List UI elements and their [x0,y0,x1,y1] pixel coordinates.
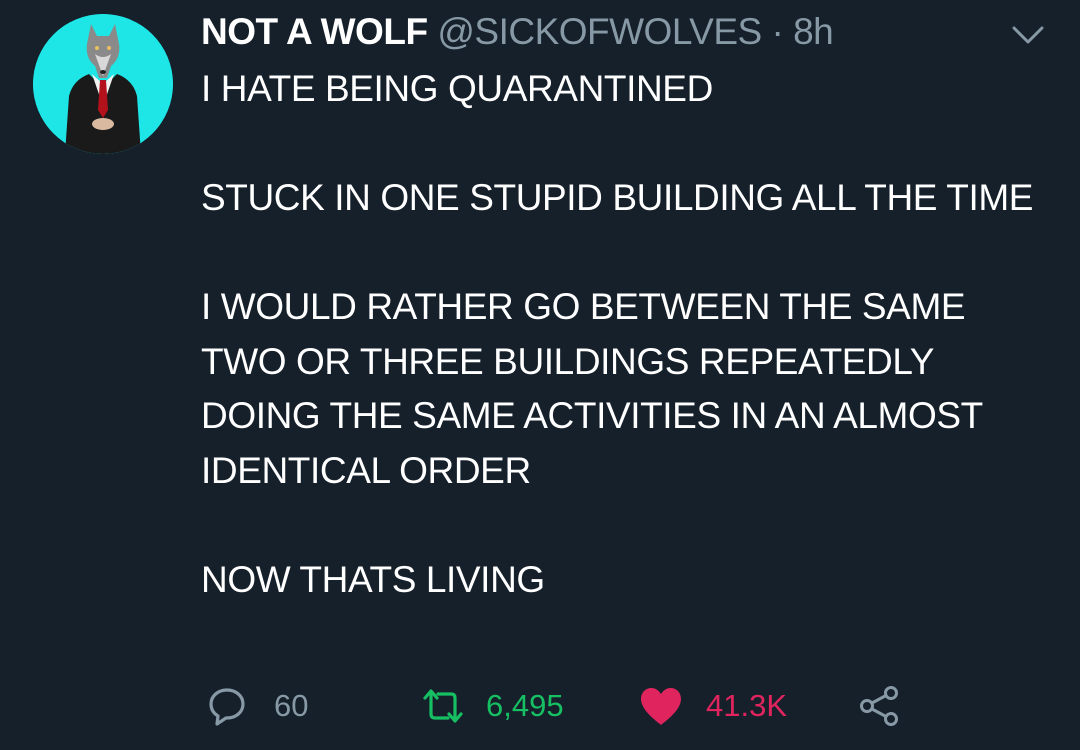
share-icon [858,684,902,728]
reply-button[interactable]: 60 [206,678,308,734]
tweet-actions: 60 6,495 41.3K [0,678,1080,734]
tweet-header: NOT A WOLF @SICKOFWOLVES · 8h [201,10,834,54]
reply-icon [206,685,248,727]
share-button[interactable] [858,678,902,734]
tweet-paragraph: STUCK IN ONE STUPID BUILDING ALL THE TIM… [201,177,1034,218]
wolf-in-suit-image [33,14,173,154]
like-button[interactable]: 41.3K [638,678,787,734]
display-name[interactable]: NOT A WOLF [201,11,428,52]
tweet-paragraph: I WOULD RATHER GO BETWEEN THE SAME TWO O… [201,286,983,491]
reply-count: 60 [274,688,309,723]
tweet-paragraph: NOW THATS LIVING [201,558,545,600]
avatar[interactable] [33,14,173,154]
retweet-count: 6,495 [486,688,564,723]
like-count: 41.3K [706,688,788,723]
chevron-down-icon[interactable] [1010,22,1046,48]
tweet: NOT A WOLF @SICKOFWOLVES · 8h I HATE BEI… [0,0,1080,750]
timestamp[interactable]: 8h [793,11,834,52]
user-handle[interactable]: @SICKOFWOLVES [437,11,762,52]
separator-dot: · [771,11,784,52]
heart-icon [638,685,684,727]
tweet-text: I HATE BEING QUARANTINED STUCK IN ONE ST… [201,62,1041,607]
tweet-paragraph: I HATE BEING QUARANTINED [201,68,713,109]
retweet-icon [420,686,466,726]
retweet-button[interactable]: 6,495 [420,678,564,734]
